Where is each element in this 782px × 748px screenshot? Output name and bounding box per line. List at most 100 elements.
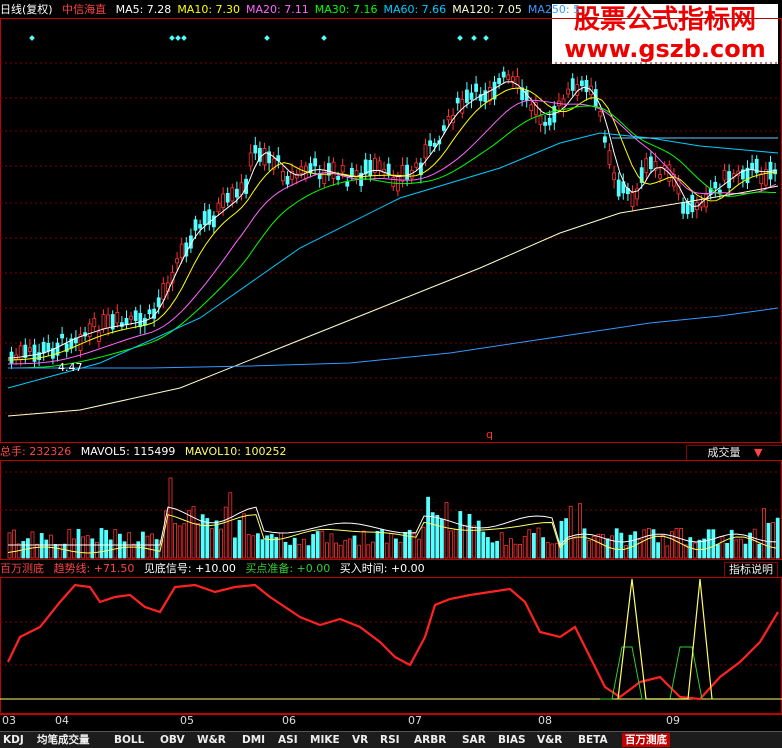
mavol10-label: MAVOL10: 100252	[184, 445, 287, 458]
tab-mike[interactable]: MIKE	[310, 733, 340, 747]
volume-bar	[508, 538, 513, 559]
candle-body	[616, 179, 621, 197]
candle-body	[253, 145, 258, 154]
tab-vr[interactable]: VR	[352, 733, 368, 747]
volume-bar	[771, 522, 775, 559]
volume-bar	[329, 533, 334, 559]
candle-body	[441, 125, 446, 131]
candle-body	[455, 97, 460, 104]
ma-legend: MA5: 7.28 MA10: 7.30 MA20: 7.11 MA30: 7.16 M…	[116, 3, 587, 16]
volume-bar	[269, 534, 274, 559]
volume-bar	[214, 520, 219, 559]
volume-bar	[361, 530, 366, 559]
volume-bar	[58, 544, 62, 559]
tab-dmi[interactable]: DMI	[242, 733, 265, 747]
volume-bar	[288, 544, 293, 559]
candle-body	[92, 318, 97, 327]
volume-bar	[513, 543, 518, 559]
candle-body	[202, 211, 207, 226]
volume-bar	[522, 535, 527, 559]
volume-bar	[131, 543, 136, 559]
candle-body	[345, 181, 350, 187]
volume-bar	[72, 538, 76, 559]
candle-body	[446, 116, 451, 121]
volume-bar	[90, 538, 95, 559]
candle-body	[363, 159, 368, 175]
volume-bar	[370, 541, 375, 559]
tab-beta[interactable]: BETA	[578, 733, 608, 747]
ma120-line	[7, 185, 779, 417]
tab-kdj[interactable]: KDJ	[3, 733, 24, 747]
volume-bar	[398, 541, 403, 559]
volume-bar	[209, 528, 214, 559]
signal-diamond	[264, 35, 270, 41]
see-bottom-value: 见底信号: +10.00	[143, 562, 236, 575]
candle-body	[161, 283, 166, 300]
candle-body	[704, 194, 708, 208]
indicator-chart[interactable]	[0, 577, 782, 714]
candle-body	[750, 162, 754, 170]
tab-v&r[interactable]: V&R	[537, 733, 562, 747]
volume-bar	[656, 542, 660, 559]
volume-bar	[532, 532, 536, 559]
tab-w&r[interactable]: W&R	[197, 733, 226, 747]
volume-bar	[467, 513, 472, 559]
volume-bar	[320, 530, 325, 559]
volume-bar	[219, 528, 224, 559]
ma-label-2: MA20: 7.11	[246, 3, 309, 16]
candle-body	[101, 314, 106, 330]
volume-bar	[278, 532, 283, 559]
indicator-help-button[interactable]: 指标说明	[724, 562, 778, 578]
candle-body	[460, 98, 465, 114]
tab-rsi[interactable]: RSI	[380, 733, 400, 747]
tab-asi[interactable]: ASI	[278, 733, 298, 747]
volume-bar	[44, 539, 49, 559]
period-label[interactable]: 日线(复权)	[0, 3, 53, 16]
ma-label-3: MA30: 7.16	[314, 3, 378, 16]
date-axis-label: 03	[2, 714, 16, 727]
volume-bar	[481, 531, 486, 559]
volume-bar	[485, 537, 490, 559]
volume-bar	[458, 511, 463, 559]
candlesticks	[9, 66, 777, 370]
tab-sar[interactable]: SAR	[462, 733, 486, 747]
volume-bar	[246, 534, 251, 559]
volume-bar	[196, 522, 201, 559]
volume-selector[interactable]: 成交量 ▼	[686, 445, 782, 461]
tab-bias[interactable]: BIAS	[498, 733, 526, 747]
volume-bar	[104, 530, 108, 559]
date-axis-label: 05	[180, 714, 194, 727]
volume-bar	[476, 520, 481, 559]
tab-obv[interactable]: OBV	[160, 733, 185, 747]
volume-bar	[191, 506, 196, 559]
candle-body	[115, 312, 120, 324]
volume-bar	[743, 543, 748, 559]
volume-chart[interactable]	[0, 460, 782, 560]
tab-boll[interactable]: BOLL	[114, 733, 144, 747]
volume-bar	[67, 529, 72, 559]
candle-body	[722, 169, 727, 181]
volume-bar	[706, 529, 711, 559]
candle-body	[543, 121, 547, 126]
volume-bar	[541, 537, 545, 559]
volume-bar	[168, 477, 173, 559]
candle-body	[248, 152, 253, 167]
volume-bar	[384, 542, 389, 559]
volume-bar	[62, 543, 67, 559]
tab-均笔成交量[interactable]: 均笔成交量	[37, 733, 90, 747]
volume-bar	[518, 543, 522, 559]
ma-label-4: MA60: 7.66	[383, 3, 447, 16]
volume-bar	[297, 543, 302, 559]
price-chart[interactable]	[0, 18, 782, 443]
candle-body	[580, 80, 584, 87]
volume-bar	[614, 528, 619, 559]
mavol5-label: MAVOL5: 115499	[80, 445, 176, 458]
volume-bar	[122, 541, 127, 559]
trend-line	[7, 583, 779, 701]
volume-bar	[430, 512, 435, 559]
tab-百万测底[interactable]: 百万测底	[622, 733, 670, 747]
volume-bar	[228, 492, 233, 559]
tab-arbr[interactable]: ARBR	[414, 733, 446, 747]
signal-diamond	[321, 35, 327, 41]
volume-bar	[324, 542, 329, 559]
